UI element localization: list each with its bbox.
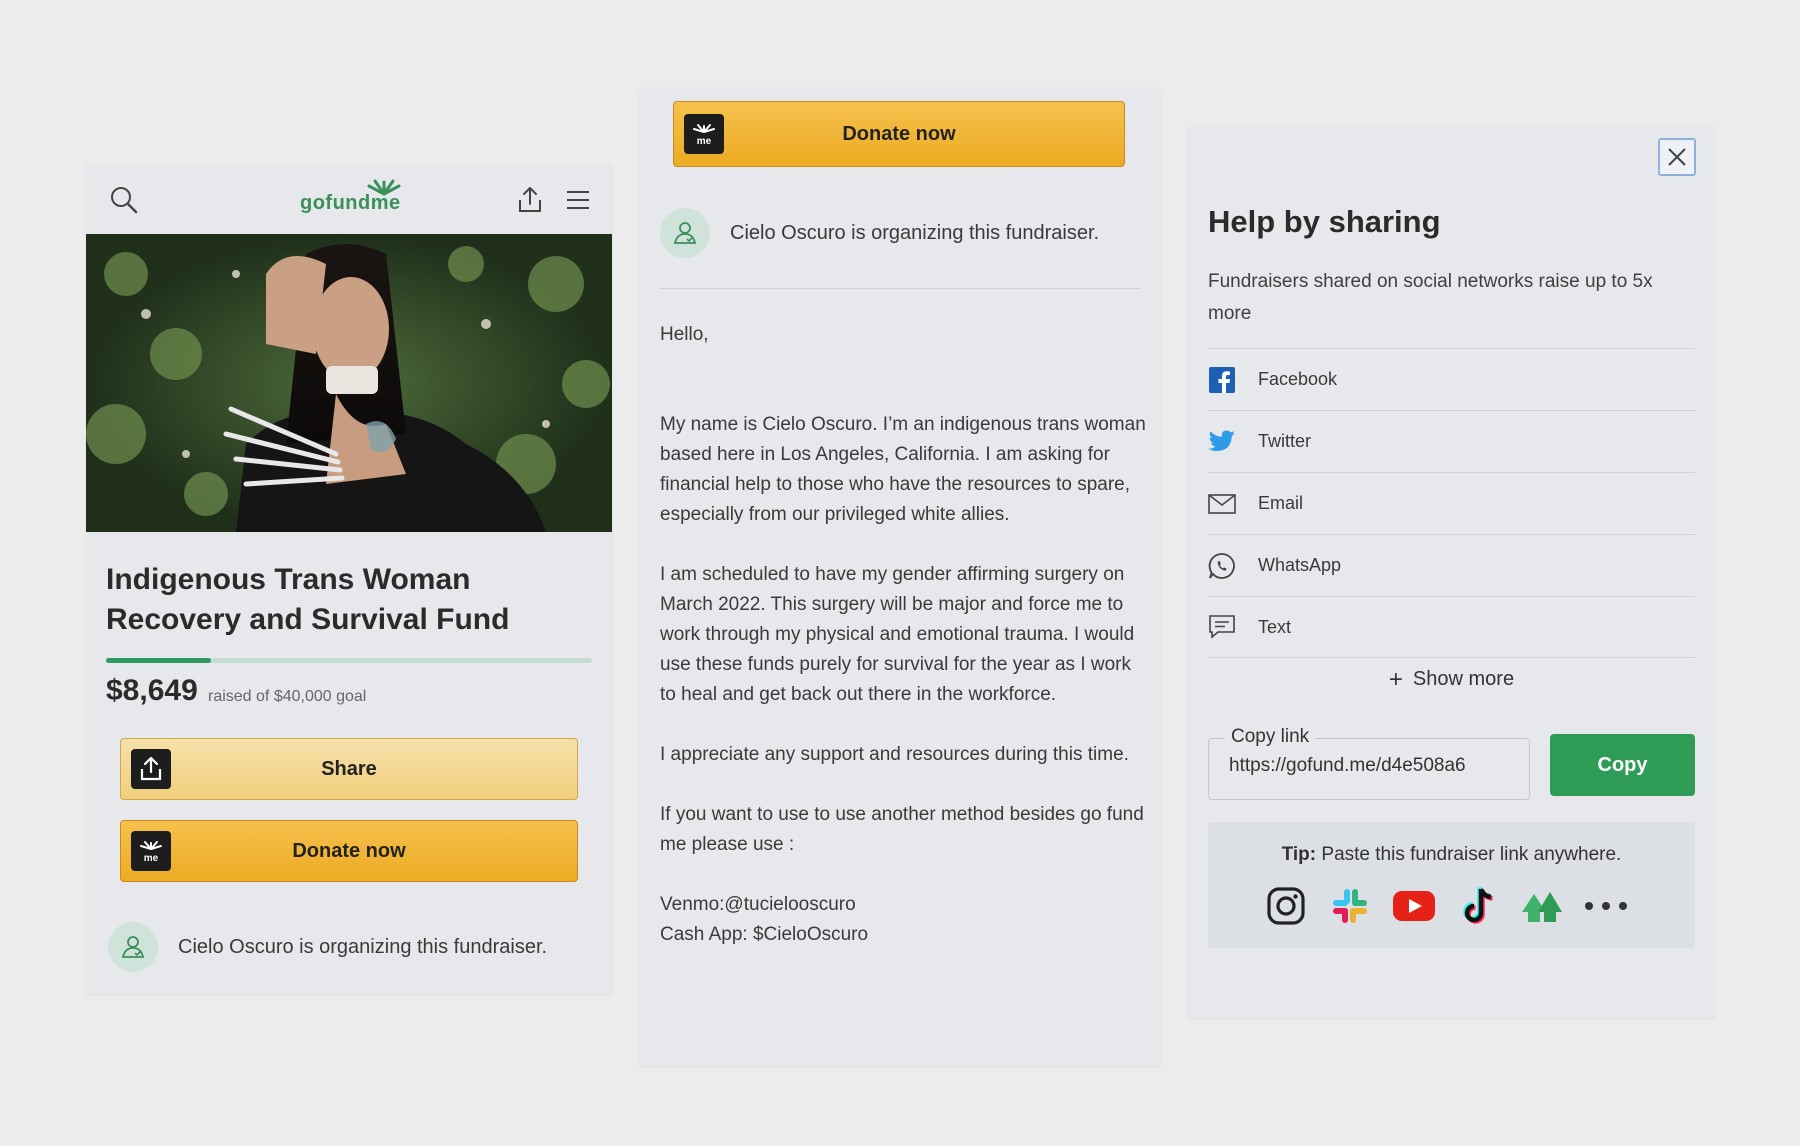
slack-icon[interactable] [1328,884,1372,928]
show-more-button[interactable]: + Show more [1188,666,1715,694]
twitter-icon [1208,428,1236,456]
organizer-text: Cielo Oscuro is organizing this fundrais… [730,221,1100,244]
search-icon[interactable] [104,180,144,220]
share-option-whatsapp[interactable]: WhatsApp [1208,534,1695,596]
copy-link-field: Copy link [1208,726,1530,800]
share-option-label: WhatsApp [1258,555,1342,575]
instagram-icon[interactable] [1264,884,1308,928]
show-more-label: Show more [1412,668,1515,690]
story-paragraph: I appreciate any support and resources d… [660,744,1129,765]
gofundme-logo[interactable]: gofundme [300,178,404,218]
fundraiser-story-panel: me Donate now Cielo Oscuro is organizing… [640,88,1160,1066]
share-option-label: Email [1258,493,1304,513]
amount-raised: $8,649 [106,674,198,707]
dialog-subtitle: Fundraisers shared on social networks ra… [1208,271,1653,324]
progress-bar [106,658,592,663]
share-option-facebook[interactable]: Facebook [1208,348,1695,410]
goal-text: raised of $40,000 goal [208,688,367,705]
tiktok-icon[interactable] [1456,884,1500,928]
youtube-icon[interactable] [1392,884,1436,928]
organizer-line: Cielo Oscuro is organizing this fundrais… [108,922,547,972]
donate-now-button[interactable]: me Donate now [673,101,1125,167]
text-message-icon [1208,613,1236,641]
share-options-list: Facebook Twitter Email WhatsApp Text [1208,348,1695,658]
organizer-text: Cielo Oscuro is organizing this fundrais… [178,935,548,958]
donate-button-label: Donate now [842,122,956,145]
venmo-handle: Venmo:@tucielooscuro [660,894,856,915]
hero-photo [86,234,612,532]
share-button[interactable]: Share [120,738,578,800]
svg-text:me: me [144,853,159,862]
facebook-icon [1208,366,1236,394]
cashapp-handle: Cash App: $CieloOscuro [660,924,869,945]
share-option-text[interactable]: Text [1208,596,1695,658]
gofundme-me-icon: me [684,114,724,154]
top-nav: gofundme [86,164,612,234]
tip-label: Tip: [1281,844,1317,865]
fundraiser-summary-panel: gofundme Indigenous Trans Woman Recovery… [86,164,612,994]
gofundme-me-icon: me [131,831,171,871]
app-icons-row [1264,884,1648,928]
share-option-email[interactable]: Email [1208,472,1695,534]
share-option-label: Facebook [1258,369,1338,389]
close-icon [1668,148,1686,166]
share-button-label: Share [321,757,377,780]
story-paragraph: If you want to use to use another method… [660,804,1144,855]
svg-text:me: me [697,136,712,145]
copy-link-legend: Copy link [1225,726,1316,748]
email-icon [1208,490,1236,518]
organizer-line: Cielo Oscuro is organizing this fundrais… [660,208,1099,258]
share-option-twitter[interactable]: Twitter [1208,410,1695,472]
logo-text: gofundme [300,192,401,214]
donate-button-label: Donate now [292,839,406,862]
share-icon [131,749,171,789]
share-option-label: Twitter [1258,431,1312,451]
donate-now-button[interactable]: me Donate now [120,820,578,882]
story-paragraph: My name is Cielo Oscuro. I’m an indigeno… [660,414,1146,525]
plus-icon: + [1388,666,1403,693]
tip-message: Paste this fundraiser link anywhere. [1316,844,1622,865]
organizer-avatar-icon [660,208,710,258]
tip-text: Tip: Paste this fundraiser link anywhere… [1208,844,1695,866]
tip-box: Tip: Paste this fundraiser link anywhere… [1208,822,1695,948]
fundraiser-title: Indigenous Trans Woman Recovery and Surv… [106,563,510,636]
share-dialog: Help by sharing Fundraisers shared on so… [1188,126,1715,1018]
progress-fill [106,658,211,663]
dialog-heading: Help by sharing [1208,204,1441,239]
story-paragraph: I am scheduled to have my gender affirmi… [660,564,1135,705]
story-greeting: Hello, [660,324,709,345]
share-option-label: Text [1258,616,1292,637]
more-icon[interactable] [1584,884,1628,928]
share-icon[interactable] [510,180,550,220]
copy-button[interactable]: Copy [1550,734,1695,796]
whatsapp-icon [1208,552,1236,580]
copy-link-input[interactable] [1229,755,1519,777]
organizer-avatar-icon [108,922,158,972]
menu-icon[interactable] [558,180,598,220]
close-button[interactable] [1658,138,1696,176]
story-text: Hello, My name is Cielo Oscuro. I’m an i… [660,320,1148,950]
nextdoor-icon[interactable] [1520,884,1564,928]
divider [660,288,1140,289]
